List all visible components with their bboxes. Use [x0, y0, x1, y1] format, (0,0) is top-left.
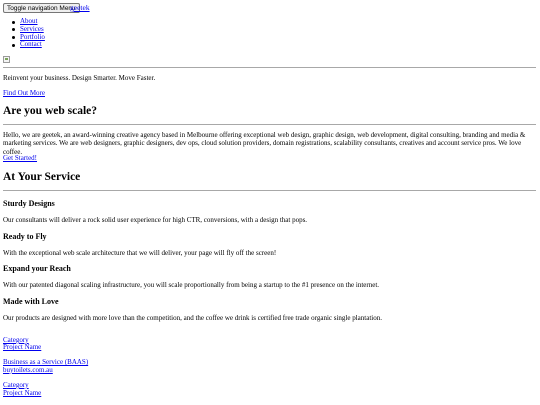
service-title: Made with Love	[3, 297, 59, 306]
broken-image-icon	[3, 56, 10, 63]
service-title: Expand your Reach	[3, 264, 71, 273]
service-text: With our patented diagonal scaling infra…	[3, 281, 380, 289]
about-heading: Are you web scale?	[3, 105, 98, 117]
portfolio-project-link[interactable]: buytoilets.com.au	[3, 366, 53, 374]
service-text: Our consultants will deliver a rock soli…	[3, 216, 308, 224]
service-title: Sturdy Designs	[3, 199, 55, 208]
nav-link-portfolio[interactable]: Portfolio	[20, 33, 45, 41]
find-out-more-link[interactable]: Find Out More	[3, 89, 45, 97]
divider	[3, 190, 536, 191]
services-heading: At Your Service	[3, 171, 81, 183]
nav-menu: About Services Portfolio Contact	[10, 17, 45, 49]
toggle-navigation-button[interactable]: Toggle navigation Menu	[3, 3, 80, 13]
portfolio-project-link[interactable]: Project Name	[3, 343, 41, 351]
service-title: Ready to Fly	[3, 232, 47, 241]
nav-item-contact: Contact	[10, 40, 45, 49]
nav-link-contact[interactable]: Contact	[20, 40, 42, 48]
nav-link-about[interactable]: About	[20, 17, 38, 25]
hero-tagline: Reinvent your business. Design Smarter. …	[3, 74, 156, 82]
nav-link-services[interactable]: Services	[20, 25, 44, 33]
service-text: With the exceptional web scale architect…	[3, 249, 277, 257]
portfolio-project-link[interactable]: Project Name	[3, 389, 41, 397]
page: Toggle navigation Menu geetek About Serv…	[0, 0, 540, 405]
divider	[3, 67, 536, 68]
service-text: Our products are designed with more love…	[3, 314, 382, 322]
brand-link[interactable]: geetek	[70, 3, 90, 12]
get-started-link[interactable]: Get Started!	[3, 154, 37, 162]
divider	[3, 124, 536, 125]
about-body: Hello, we are geetek, an award-winning c…	[3, 131, 526, 156]
